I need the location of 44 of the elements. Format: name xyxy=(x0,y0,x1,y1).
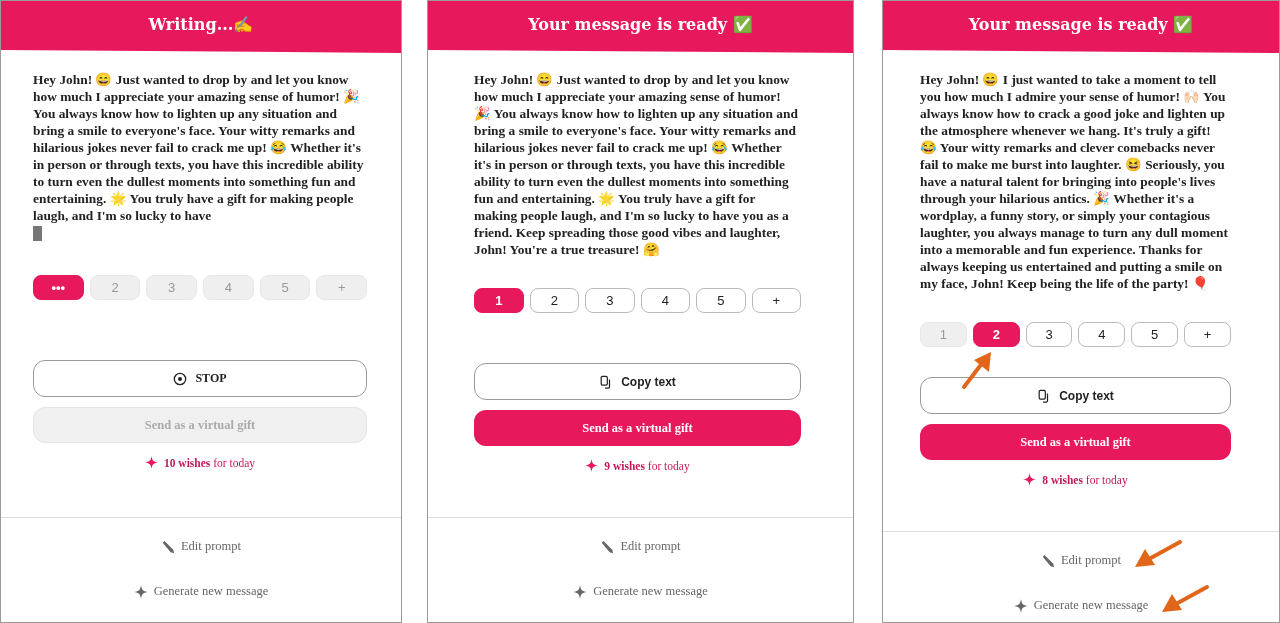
sparkle-icon xyxy=(573,584,588,599)
pencil-icon xyxy=(160,539,175,554)
sparkle-icon xyxy=(1013,598,1028,613)
footer-link[interactable]: Generate new message xyxy=(133,584,269,599)
footer-link[interactable]: Edit prompt xyxy=(600,539,681,554)
version-tab[interactable]: 4 xyxy=(640,288,690,313)
version-tab[interactable]: 5 xyxy=(696,288,746,313)
sparkle-icon xyxy=(1023,473,1037,486)
version-tab[interactable]: 1 xyxy=(474,288,524,313)
version-tab[interactable]: 5 xyxy=(1131,322,1179,347)
stop-icon xyxy=(173,371,188,386)
pencil-icon xyxy=(1040,553,1055,568)
screen-title: Writing...✍ xyxy=(148,14,254,34)
version-tab[interactable]: + xyxy=(1184,322,1231,347)
footer-link[interactable]: Generate new message xyxy=(573,584,708,599)
message-text: Hey John! 😄 I just wanted to take a moment to tell you how much I admire your sense of humor! 🙌🏻 You always know how to crack a good joke and lighten up the atmosphere whenever we hang. It's truly a gift! 😂 Your witty remarks and clever comebacks never fail to make me burst into laughter. 😆 Seriously, you have a natural talent for bringing into people's lives through your hilarious antics. 🎉 Whether it's a wordplay, a funny story, or simply your contagious laughter, you always manage to turn any dull moment into a memorable and fun experience. Thanks for always keeping us entertained and putting a smile on my face, John! Keep being the life of the party! 🎈 xyxy=(920,71,1229,292)
message-text: Hey John! 😄 Just wanted to drop by and let you know how much I appreciate your amazing sense of humor! 🎉 You always know how to lighten up any situation and bring a smile to everyone's face. Your witty remarks and hilarious jokes never fail to crack me up! 😂 Whether it's in person or through texts, you have this incredible ability to turn even the dullest moments into something fun and entertaining. 🌟 You truly have a gift for making people laugh, and I'm so lucky to have you as a friend. Keep spreading those good vibes and laughter, John! You're a true treasure! 🤗 xyxy=(474,71,799,258)
footer-link[interactable]: Edit prompt xyxy=(1040,553,1122,568)
screen-title: Your message is ready ✅ xyxy=(528,14,753,34)
pointer-arrow xyxy=(1133,539,1184,569)
pointer-arrow xyxy=(1160,584,1211,614)
version-tab[interactable]: 2 xyxy=(972,322,1020,347)
pencil-icon xyxy=(600,539,615,554)
footer-link[interactable]: Generate new message xyxy=(1013,598,1149,613)
version-tab[interactable]: + xyxy=(751,288,801,313)
version-tab[interactable]: 4 xyxy=(1078,322,1126,347)
version-tab[interactable]: 3 xyxy=(1025,322,1073,347)
action-button[interactable]: Copy text xyxy=(474,363,801,400)
wishes-count: 9 wishes for today xyxy=(604,459,690,472)
action-button[interactable]: STOP xyxy=(33,360,367,397)
message-text: Hey John! 😄 Just wanted to drop by and let you know how much I appreciate your amazing sense of humor! 🎉 You always know how to lighten up any situation and bring a smile to everyone's face. Your witty remarks and hilarious jokes never fail to crack me up! 😂 Whether it's in person or through texts, you have this incredible ability to turn even the dullest moments into something fun and entertaining. 🌟 You truly have a gift for making people laugh, and I'm so lucky to have xyxy=(33,71,365,224)
send-gift-button[interactable]: Send as a virtual gift xyxy=(474,410,801,446)
screen-title: Your message is ready ✅ xyxy=(968,14,1194,34)
wishes-count: 10 wishes for today xyxy=(163,456,255,469)
footer-link[interactable]: Edit prompt xyxy=(160,539,242,554)
sparkle-icon xyxy=(585,459,599,472)
action-button[interactable]: Copy text xyxy=(920,377,1231,414)
sparkle-icon xyxy=(144,456,158,469)
send-gift-button[interactable]: Send as a virtual gift xyxy=(920,424,1231,460)
version-tab[interactable]: ••• xyxy=(33,275,84,300)
version-tab[interactable]: 2 xyxy=(529,288,579,313)
wishes-count: 8 wishes for today xyxy=(1042,473,1128,486)
sparkle-icon xyxy=(133,584,148,599)
version-tab[interactable]: 3 xyxy=(585,288,635,313)
